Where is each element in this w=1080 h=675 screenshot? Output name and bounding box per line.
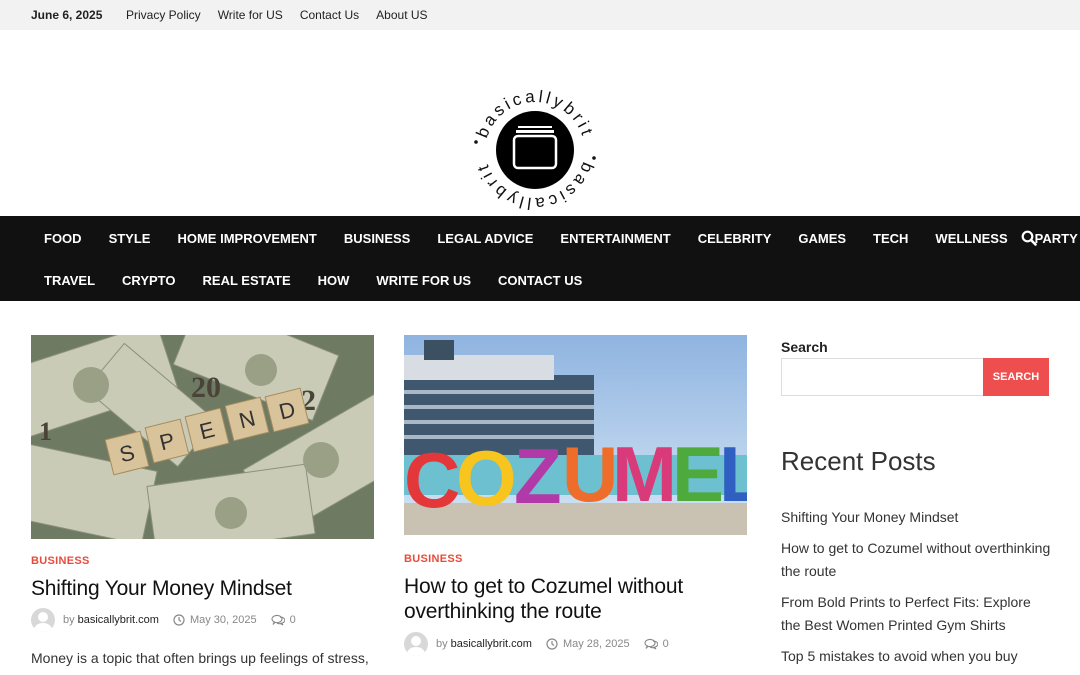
post-date[interactable]: May 30, 2025 xyxy=(190,614,257,626)
recent-posts-title: Recent Posts xyxy=(781,446,936,476)
search-icon[interactable] xyxy=(1021,230,1037,246)
sign-letter: O xyxy=(456,434,517,522)
money-spend-image: 20 2 1 S P E N D xyxy=(31,335,374,539)
author-avatar[interactable] xyxy=(404,632,428,656)
top-link-write-for-us[interactable]: Write for US xyxy=(218,8,283,22)
nav-item-business[interactable]: BUSINESS xyxy=(344,231,410,246)
sign-letter: U xyxy=(562,430,618,518)
site-logo[interactable]: basicallybrit basicallybrit xyxy=(465,80,605,220)
nav-item-write-for-us[interactable]: WRITE FOR US xyxy=(376,273,471,288)
nav-row-2: TRAVEL CRYPTO REAL ESTATE HOW WRITE FOR … xyxy=(44,273,582,288)
post-meta: by basicallybrit.com May 30, 2025 0 xyxy=(31,608,296,632)
post-title-line: overthinking the route xyxy=(404,600,602,623)
top-link-privacy-policy[interactable]: Privacy Policy xyxy=(126,8,201,22)
search-widget-title: Search xyxy=(781,339,828,355)
nav-item-legal-advice[interactable]: LEGAL ADVICE xyxy=(437,231,533,246)
main-navigation: FOOD STYLE HOME IMPROVEMENT BUSINESS LEG… xyxy=(0,216,1080,301)
comments-icon xyxy=(644,638,658,650)
by-label: by xyxy=(63,614,75,626)
sign-letter: L xyxy=(719,430,747,518)
nav-item-party[interactable]: PARTY xyxy=(1035,231,1078,246)
nav-item-celebrity[interactable]: CELEBRITY xyxy=(698,231,772,246)
sign-letter: C xyxy=(404,436,460,524)
nav-item-food[interactable]: FOOD xyxy=(44,231,82,246)
post-excerpt: Money is a topic that often brings up fe… xyxy=(31,650,369,666)
post-category[interactable]: BUSINESS xyxy=(31,555,90,567)
clock-icon xyxy=(173,614,185,626)
nav-item-crypto[interactable]: CRYPTO xyxy=(122,273,175,288)
nav-item-real-estate[interactable]: REAL ESTATE xyxy=(203,273,291,288)
post-card: 20 2 1 S P E N D xyxy=(31,335,374,539)
author-avatar[interactable] xyxy=(31,608,55,632)
sign-letter: M xyxy=(612,430,677,518)
top-links: Privacy Policy Write for US Contact Us A… xyxy=(126,8,428,22)
post-thumbnail[interactable]: 20 2 1 S P E N D xyxy=(31,335,374,539)
recent-post-link[interactable]: From Bold Prints to Perfect Fits: Explor… xyxy=(781,591,1051,637)
comments-count[interactable]: 0 xyxy=(663,638,669,650)
recent-post-link[interactable]: Top 5 mistakes to avoid when you buy xyxy=(781,645,1051,668)
recent-post-link[interactable]: How to get to Cozumel without overthinki… xyxy=(781,537,1051,583)
nav-item-travel[interactable]: TRAVEL xyxy=(44,273,95,288)
by-label: by xyxy=(436,638,448,650)
logo-graphic: basicallybrit basicallybrit xyxy=(472,87,597,214)
nav-item-games[interactable]: GAMES xyxy=(798,231,846,246)
top-link-about-us[interactable]: About US xyxy=(376,8,427,22)
nav-item-entertainment[interactable]: ENTERTAINMENT xyxy=(560,231,670,246)
nav-row-1: FOOD STYLE HOME IMPROVEMENT BUSINESS LEG… xyxy=(44,231,1078,246)
top-link-contact-us[interactable]: Contact Us xyxy=(300,8,359,22)
svg-text:1: 1 xyxy=(39,417,52,446)
recent-post-link[interactable]: Shifting Your Money Mindset xyxy=(781,506,1051,529)
post-title-line: Shifting Your Money Mindset xyxy=(31,577,292,600)
post-title[interactable]: Shifting Your Money Mindset xyxy=(31,576,292,601)
post-title[interactable]: How to get to Cozumel without overthinki… xyxy=(404,574,683,624)
comments-icon xyxy=(271,614,285,626)
comments-count[interactable]: 0 xyxy=(290,614,296,626)
recent-posts-list: Shifting Your Money Mindset How to get t… xyxy=(781,506,1051,675)
author-link[interactable]: basicallybrit.com xyxy=(451,638,532,650)
post-category[interactable]: BUSINESS xyxy=(404,553,463,565)
sign-letter: E xyxy=(672,430,724,518)
nav-item-tech[interactable]: TECH xyxy=(873,231,908,246)
svg-text:20: 20 xyxy=(191,371,221,404)
post-title-line: How to get to Cozumel without xyxy=(404,575,684,598)
nav-item-home-improvement[interactable]: HOME IMPROVEMENT xyxy=(177,231,316,246)
search-button[interactable]: SEARCH xyxy=(983,358,1049,396)
nav-item-style[interactable]: STYLE xyxy=(109,231,151,246)
current-date: June 6, 2025 xyxy=(31,8,103,22)
post-thumbnail[interactable]: C O Z U M E L xyxy=(404,335,747,535)
clock-icon xyxy=(546,638,558,650)
author-link[interactable]: basicallybrit.com xyxy=(78,614,159,626)
sign-letter: Z xyxy=(514,432,562,520)
cozumel-sign-image: C O Z U M E L xyxy=(404,335,747,535)
nav-item-how[interactable]: HOW xyxy=(318,273,350,288)
top-bar: June 6, 2025 Privacy Policy Write for US… xyxy=(0,0,1080,30)
search-input[interactable] xyxy=(781,358,984,396)
nav-item-contact-us[interactable]: CONTACT US xyxy=(498,273,582,288)
post-date[interactable]: May 28, 2025 xyxy=(563,638,630,650)
site-header: basicallybrit basicallybrit xyxy=(0,30,1080,216)
nav-item-wellness[interactable]: WELLNESS xyxy=(935,231,1007,246)
post-card: C O Z U M E L xyxy=(404,335,747,535)
post-meta: by basicallybrit.com May 28, 2025 0 xyxy=(404,632,669,656)
